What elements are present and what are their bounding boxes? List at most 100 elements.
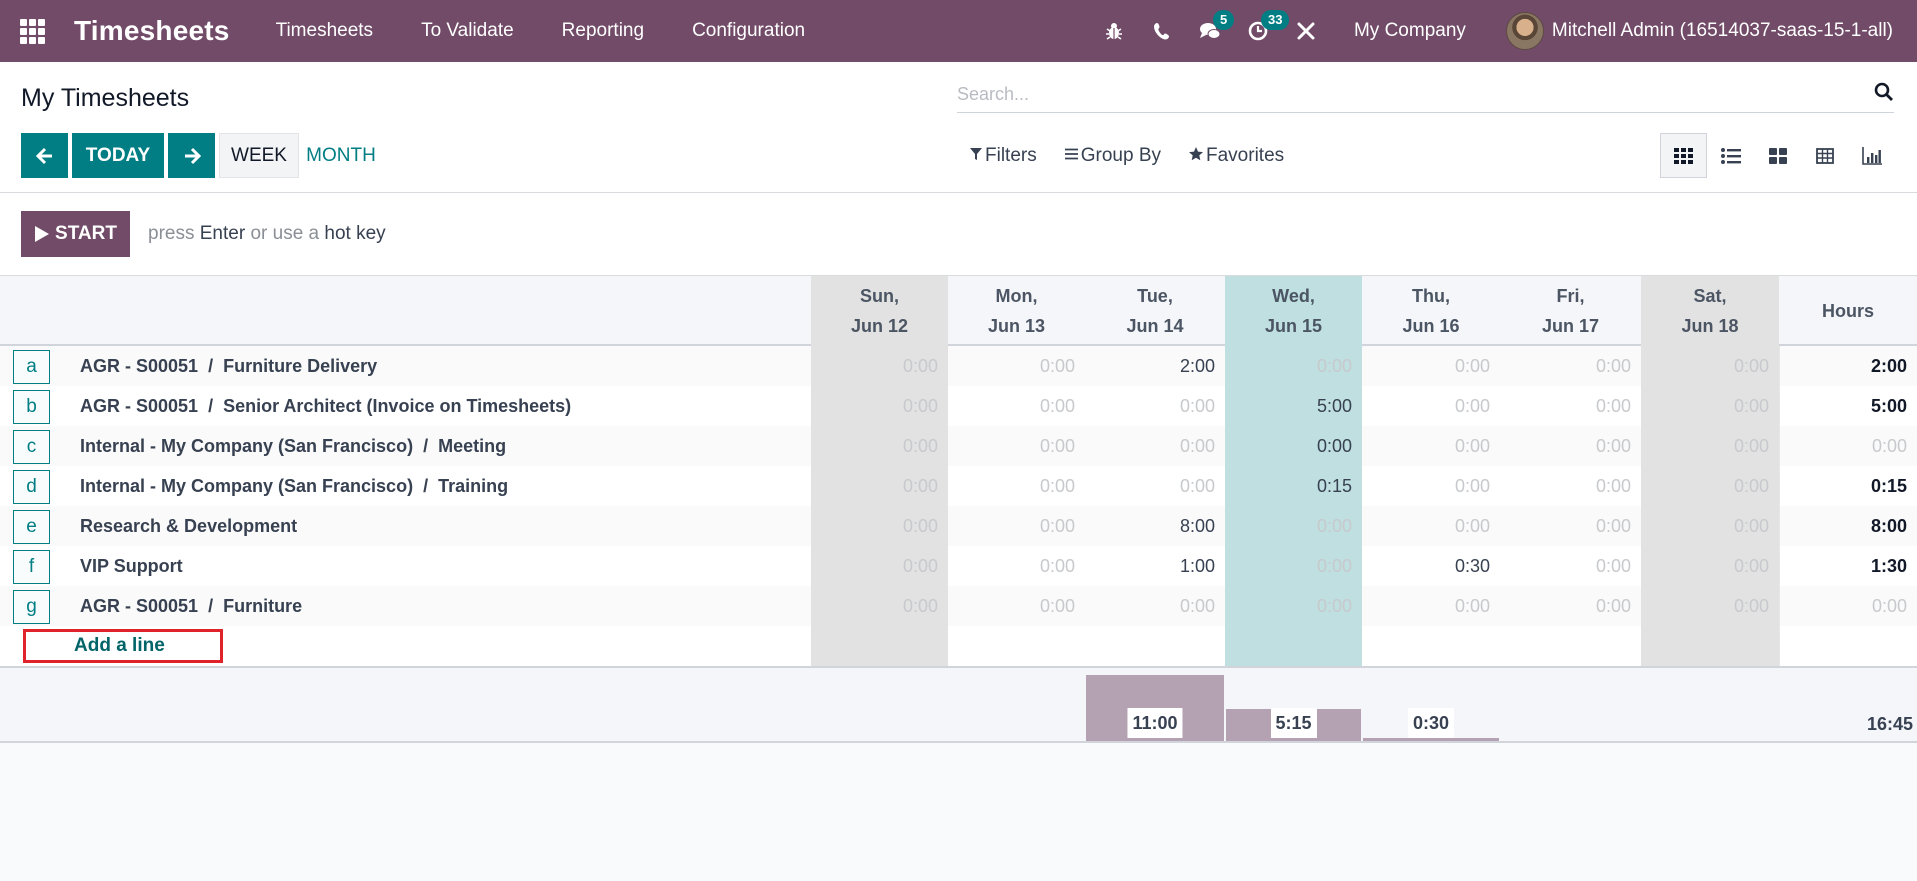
week-button[interactable]: WEEK — [219, 133, 299, 178]
time-cell[interactable]: 0:00 — [811, 586, 948, 626]
time-cell[interactable]: 0:00 — [1641, 386, 1779, 426]
menu-reporting[interactable]: Reporting — [538, 20, 668, 42]
row-label[interactable]: AGR - S00051 / Senior Architect (Invoice… — [80, 386, 571, 426]
time-cell[interactable]: 0:00 — [811, 466, 948, 506]
time-cell[interactable]: 0:00 — [948, 386, 1085, 426]
grid-view-button[interactable] — [1660, 133, 1707, 178]
activity-clock-icon[interactable]: 33 — [1234, 0, 1290, 62]
time-cell[interactable]: 8:00 — [1085, 506, 1225, 546]
favorites-dropdown[interactable]: Favorites — [1189, 145, 1284, 167]
time-cell[interactable]: 0:00 — [1500, 386, 1641, 426]
groupby-dropdown[interactable]: Group By — [1064, 145, 1161, 167]
tools-icon[interactable] — [1282, 0, 1330, 62]
hours-header: Hours — [1821, 301, 1874, 321]
messaging-icon[interactable]: 5 — [1186, 0, 1235, 62]
row-total: 0:15 — [1779, 466, 1917, 506]
project-name: AGR - S00051 — [80, 596, 199, 616]
row-hotkey[interactable]: f — [13, 550, 50, 584]
time-cell[interactable]: 0:00 — [1225, 546, 1362, 586]
time-cell[interactable]: 0:00 — [1641, 346, 1779, 386]
phone-icon[interactable] — [1138, 0, 1186, 62]
time-cell[interactable]: 0:00 — [1362, 426, 1500, 466]
time-cell[interactable]: 0:00 — [1085, 386, 1225, 426]
time-cell[interactable]: 0:00 — [1500, 346, 1641, 386]
search-input[interactable] — [957, 84, 1864, 105]
time-cell[interactable]: 0:00 — [1641, 586, 1779, 626]
time-cell[interactable]: 2:00 — [1085, 346, 1225, 386]
row-hotkey[interactable]: c — [13, 430, 50, 464]
time-cell[interactable]: 0:00 — [1641, 546, 1779, 586]
time-cell[interactable]: 0:00 — [811, 546, 948, 586]
time-cell[interactable]: 0:00 — [1085, 586, 1225, 626]
search-icon[interactable] — [1864, 82, 1894, 108]
column-highlight — [1225, 626, 1362, 666]
row-label[interactable]: Internal - My Company (San Francisco) / … — [80, 426, 506, 466]
add-a-line-button[interactable]: Add a line — [23, 629, 223, 663]
time-cell[interactable]: 0:00 — [811, 386, 948, 426]
row-label[interactable]: AGR - S00051 / Furniture Delivery — [80, 346, 377, 386]
pivot-view-button[interactable] — [1801, 133, 1848, 178]
time-cell[interactable]: 0:00 — [1362, 586, 1500, 626]
menu-to-validate[interactable]: To Validate — [397, 20, 538, 42]
row-label[interactable]: AGR - S00051 / Furniture — [80, 586, 302, 626]
menu-configuration[interactable]: Configuration — [668, 20, 829, 42]
time-cell[interactable]: 5:00 — [1225, 386, 1362, 426]
row-label[interactable]: VIP Support — [80, 546, 183, 586]
time-cell[interactable]: 0:00 — [1362, 346, 1500, 386]
row-hotkey[interactable]: g — [13, 590, 50, 624]
menu-timesheets[interactable]: Timesheets — [252, 20, 398, 42]
time-cell[interactable]: 0:00 — [948, 426, 1085, 466]
row-hotkey[interactable]: e — [13, 510, 50, 544]
debug-bug-icon[interactable] — [1090, 0, 1138, 62]
row-hotkey[interactable]: a — [13, 350, 50, 384]
previous-button[interactable] — [21, 133, 68, 178]
systray: 5 33 My Company Mitchell Admin (16514037… — [1090, 0, 1917, 62]
time-cell[interactable]: 0:00 — [1500, 506, 1641, 546]
next-button[interactable] — [168, 133, 215, 178]
time-cell[interactable]: 0:00 — [1362, 506, 1500, 546]
time-cell[interactable]: 0:00 — [1500, 466, 1641, 506]
time-cell[interactable]: 0:00 — [1500, 426, 1641, 466]
time-cell[interactable]: 0:00 — [1225, 346, 1362, 386]
time-cell[interactable]: 0:00 — [1362, 386, 1500, 426]
time-cell[interactable]: 1:00 — [1085, 546, 1225, 586]
app-brand[interactable]: Timesheets — [74, 15, 230, 47]
company-switcher[interactable]: My Company — [1354, 20, 1466, 42]
time-cell[interactable]: 0:00 — [948, 586, 1085, 626]
app-switcher-icon[interactable] — [20, 18, 54, 44]
time-cell[interactable]: 0:00 — [1225, 506, 1362, 546]
time-cell[interactable]: 0:00 — [1225, 586, 1362, 626]
time-cell[interactable]: 0:00 — [1641, 426, 1779, 466]
time-cell[interactable]: 0:00 — [811, 346, 948, 386]
time-cell[interactable]: 0:00 — [1641, 506, 1779, 546]
time-cell[interactable]: 0:00 — [1500, 586, 1641, 626]
time-cell[interactable]: 0:00 — [1085, 466, 1225, 506]
time-cell[interactable]: 0:00 — [1225, 426, 1362, 466]
row-label[interactable]: Internal - My Company (San Francisco) / … — [80, 466, 508, 506]
today-button[interactable]: TODAY — [72, 133, 164, 178]
graph-view-button[interactable] — [1848, 133, 1895, 178]
time-cell[interactable]: 0:00 — [811, 426, 948, 466]
pivot-table-icon — [1815, 147, 1834, 164]
row-hotkey[interactable]: b — [13, 390, 50, 424]
user-menu[interactable]: Mitchell Admin (16514037-saas-15-1-all) — [1505, 12, 1893, 50]
time-cell[interactable]: 0:15 — [1225, 466, 1362, 506]
time-cell[interactable]: 0:00 — [811, 506, 948, 546]
time-cell[interactable]: 0:30 — [1362, 546, 1500, 586]
row-label[interactable]: Research & Development — [80, 506, 297, 546]
time-cell[interactable]: 0:00 — [1085, 426, 1225, 466]
time-cell[interactable]: 0:00 — [1362, 466, 1500, 506]
start-timer-button[interactable]: START — [21, 211, 130, 257]
time-cell[interactable]: 0:00 — [948, 466, 1085, 506]
search-options: Filters Group By Favorites — [970, 133, 1312, 178]
filters-dropdown[interactable]: Filters — [970, 145, 1037, 167]
time-cell[interactable]: 0:00 — [948, 506, 1085, 546]
time-cell[interactable]: 0:00 — [948, 346, 1085, 386]
time-cell[interactable]: 0:00 — [1641, 466, 1779, 506]
time-cell[interactable]: 0:00 — [948, 546, 1085, 586]
time-cell[interactable]: 0:00 — [1500, 546, 1641, 586]
kanban-view-button[interactable] — [1754, 133, 1801, 178]
list-view-button[interactable] — [1707, 133, 1754, 178]
row-hotkey[interactable]: d — [13, 470, 50, 504]
month-button[interactable]: MONTH — [299, 133, 383, 178]
